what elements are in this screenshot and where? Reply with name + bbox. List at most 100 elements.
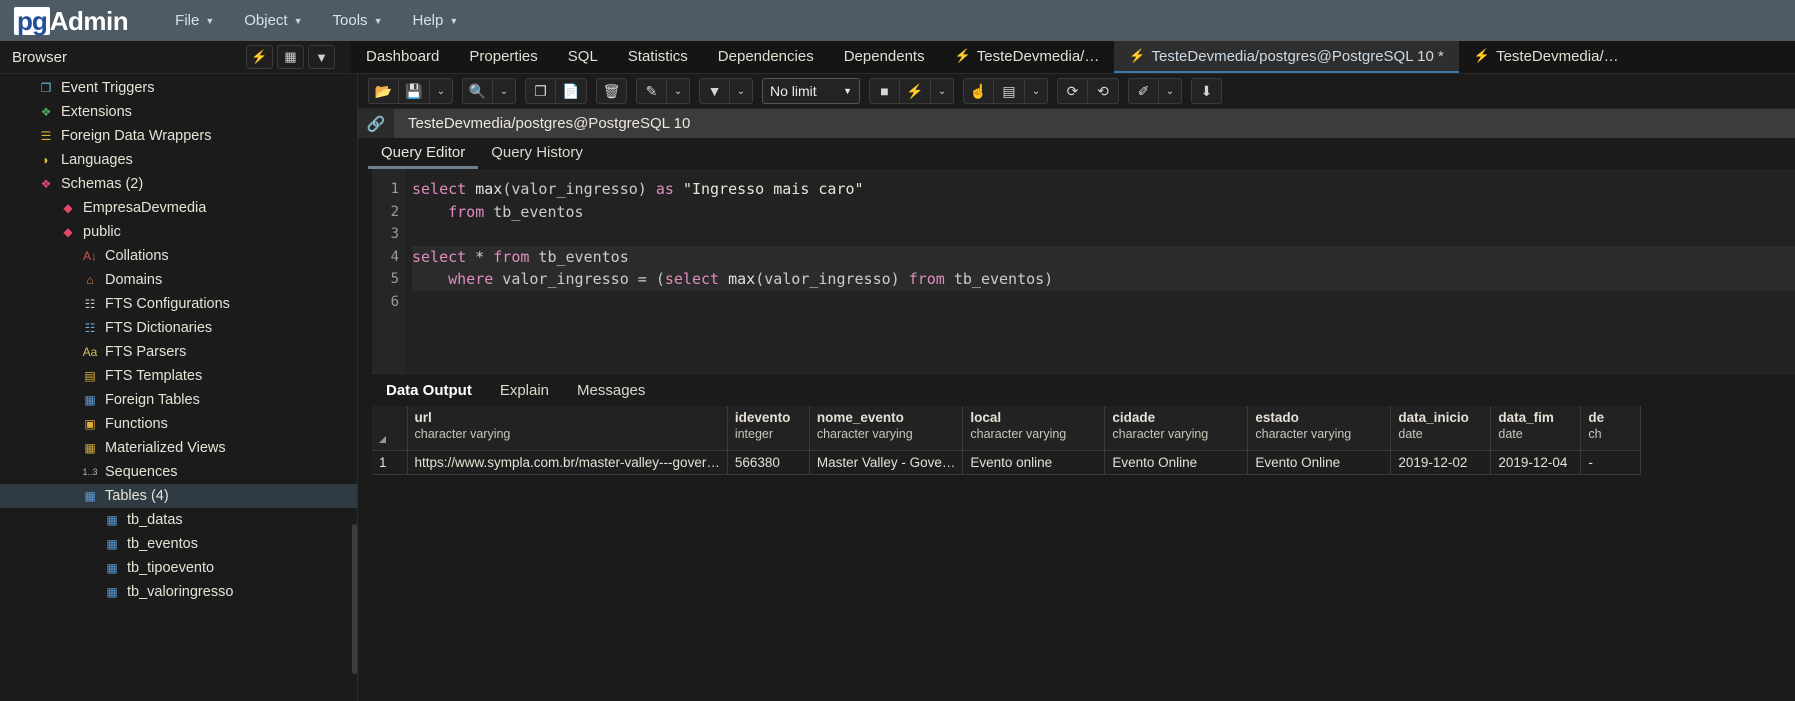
data-output-grid-wrapper[interactable]: url character varying idevento integer nome_… [372,406,1795,687]
tree-item-tb-datas[interactable]: ▦ tb_datas [0,508,357,532]
save-file-button[interactable]: 💾 [399,78,430,104]
results-tab-explain[interactable]: Explain [486,374,563,406]
editor-tab-query-history[interactable]: Query History [478,138,596,169]
tree-item-extensions[interactable]: ❖ Extensions [0,100,357,124]
menu-help[interactable]: Help ▼ [403,8,467,33]
filter-button[interactable]: ▼ [308,45,335,69]
grid-cell[interactable]: - [1580,450,1642,475]
open-file-button[interactable]: 📂 [368,78,399,104]
tree-item-tb-valoringresso[interactable]: ▦ tb_valoringresso [0,580,357,604]
download-csv-button[interactable]: ⬇ [1191,78,1222,104]
grid-column-header[interactable]: url character varying [407,406,728,451]
stop-query-button[interactable]: ■ [869,78,900,104]
tree-item-tb-eventos[interactable]: ▦ tb_eventos [0,532,357,556]
filter-rows-button[interactable]: ▼ [699,78,730,104]
paste-button[interactable]: 📄 [556,78,587,104]
tree-item-tables-4[interactable]: ▦ Tables (4) [0,484,357,508]
tree-item-collations[interactable]: A↓ Collations [0,244,357,268]
menu-object[interactable]: Object ▼ [235,8,311,33]
commit-button[interactable]: ⟳ [1057,78,1088,104]
grid-cell[interactable]: Evento online [962,450,1106,475]
tree-item-languages[interactable]: ◗ Languages [0,148,357,172]
filter-options-button[interactable]: ⌄ [730,78,753,104]
tree-item-empresadevmedia[interactable]: ◆ EmpresaDevmedia [0,196,357,220]
grid-column-header[interactable]: de ch [1580,406,1642,451]
tree-item-fts-dictionaries[interactable]: ☷ FTS Dictionaries [0,316,357,340]
sql-code-area[interactable]: select max(valor_ingresso) as "Ingresso … [406,169,1795,373]
grid-cell[interactable]: 2019-12-04 [1490,450,1582,475]
query-tool-button[interactable]: ⚡ [246,45,273,69]
find-options-button[interactable]: ⌄ [493,78,516,104]
row-limit-select[interactable]: No limit ▼ [762,78,860,104]
bolt-icon: ⚡ [1473,48,1491,63]
line-number: 6 [390,293,399,310]
results-tab-data-output[interactable]: Data Output [372,374,486,406]
grid-cell[interactable]: https://www.sympla.com.br/master-valley-… [407,450,728,475]
grid-column-header[interactable]: data_fim date [1490,406,1582,451]
find-button[interactable]: 🔍 [462,78,493,104]
grid-corner-cell[interactable] [372,406,408,451]
sidebar-scrollbar[interactable] [352,524,357,674]
tree-item-sequences[interactable]: 1..3 Sequences [0,460,357,484]
view-data-button[interactable]: ▦ [277,45,304,69]
panel-tab-testedevmedia[interactable]: ⚡ TesteDevmedia/… [1459,41,1634,73]
grid-cell[interactable]: 2019-12-02 [1390,450,1492,475]
panel-tab-properties[interactable]: Properties [454,41,552,73]
grid-column-header[interactable]: data_inicio date [1390,406,1492,451]
grid-column-header[interactable]: nome_evento character varying [809,406,964,451]
menu-help-label: Help [412,12,444,29]
panel-tab-sql[interactable]: SQL [553,41,613,73]
execute-query-button[interactable]: ⚡ [900,78,931,104]
editor-tab-query-editor[interactable]: Query Editor [368,138,479,169]
menu-tools[interactable]: Tools ▼ [324,8,392,33]
grid-cell[interactable]: Master Valley - Gove… [809,450,964,475]
explain-options-button[interactable]: ⌄ [1025,78,1048,104]
execute-options-button[interactable]: ⌄ [931,78,954,104]
grid-cell[interactable]: 566380 [727,450,810,475]
panel-tab-statistics[interactable]: Statistics [613,41,703,73]
tree-item-label: Extensions [61,104,132,120]
tree-item-materialized-views[interactable]: ▦ Materialized Views [0,436,357,460]
tree-item-fts-templates[interactable]: ▤ FTS Templates [0,364,357,388]
panel-tab-testedevmedia[interactable]: ⚡ TesteDevmedia/… [940,41,1115,73]
browser-toolbar: ⚡ ▦ ▼ [246,41,351,73]
delete-button[interactable]: 🗑 [596,78,627,104]
grid-column-header[interactable]: local character varying [962,406,1106,451]
grid-cell[interactable]: Evento Online [1247,450,1392,475]
browser-tree[interactable]: ❐ Event Triggers ❖ Extensions ☰ Foreign Data … [0,74,358,701]
edit-options-button[interactable]: ⌄ [667,78,690,104]
grid-column-header[interactable]: estado character varying [1247,406,1392,451]
tree-item-domains[interactable]: ⌂ Domains [0,268,357,292]
tree-item-fts-parsers[interactable]: Aa FTS Parsers [0,340,357,364]
results-tab-messages[interactable]: Messages [563,374,659,406]
grid-column-type: character varying [816,427,913,441]
menu-file[interactable]: File ▼ [166,8,223,33]
sql-editor[interactable]: 123456 select max(valor_ingresso) as "In… [358,169,1795,373]
grid-column-header[interactable]: idevento integer [727,406,810,451]
copy-button[interactable]: ❐ [525,78,556,104]
save-options-button[interactable]: ⌄ [430,78,453,104]
grid-column-name: data_inicio [1398,410,1469,425]
clear-options-button[interactable]: ⌄ [1159,78,1182,104]
panel-tab-dashboard[interactable]: Dashboard [351,41,454,73]
panel-tab-dependents[interactable]: Dependents [829,41,940,73]
explain-button[interactable]: ☝ [963,78,994,104]
clear-button[interactable]: ✐ [1128,78,1159,104]
panel-tab-dependencies[interactable]: Dependencies [703,41,829,73]
edit-button[interactable]: ✎ [636,78,667,104]
grid-row[interactable]: 1 https://www.sympla.com.br/master-valley… [372,450,1642,475]
grid-column-header[interactable]: cidade character varying [1104,406,1249,451]
grid-cell[interactable]: Evento Online [1104,450,1249,475]
rollback-button[interactable]: ⟲ [1088,78,1119,104]
tree-item-tb-tipoevento[interactable]: ▦ tb_tipoevento [0,556,357,580]
panel-tab-testedevmedia-postgres-postgresql-10[interactable]: ⚡ TesteDevmedia/postgres@PostgreSQL 10 * [1114,41,1459,73]
tree-item-fts-configurations[interactable]: ☷ FTS Configurations [0,292,357,316]
explain-analyze-button[interactable]: ▤ [994,78,1025,104]
tree-item-functions[interactable]: ▣ Functions [0,412,357,436]
tree-item-foreign-data-wrappers[interactable]: ☰ Foreign Data Wrappers [0,124,357,148]
tree-item-public[interactable]: ◆ public [0,220,357,244]
tree-item-event-triggers[interactable]: ❐ Event Triggers [0,76,357,100]
panel-tab-label: Properties [469,47,538,65]
tree-item-foreign-tables[interactable]: ▦ Foreign Tables [0,388,357,412]
tree-item-schemas-2[interactable]: ❖ Schemas (2) [0,172,357,196]
